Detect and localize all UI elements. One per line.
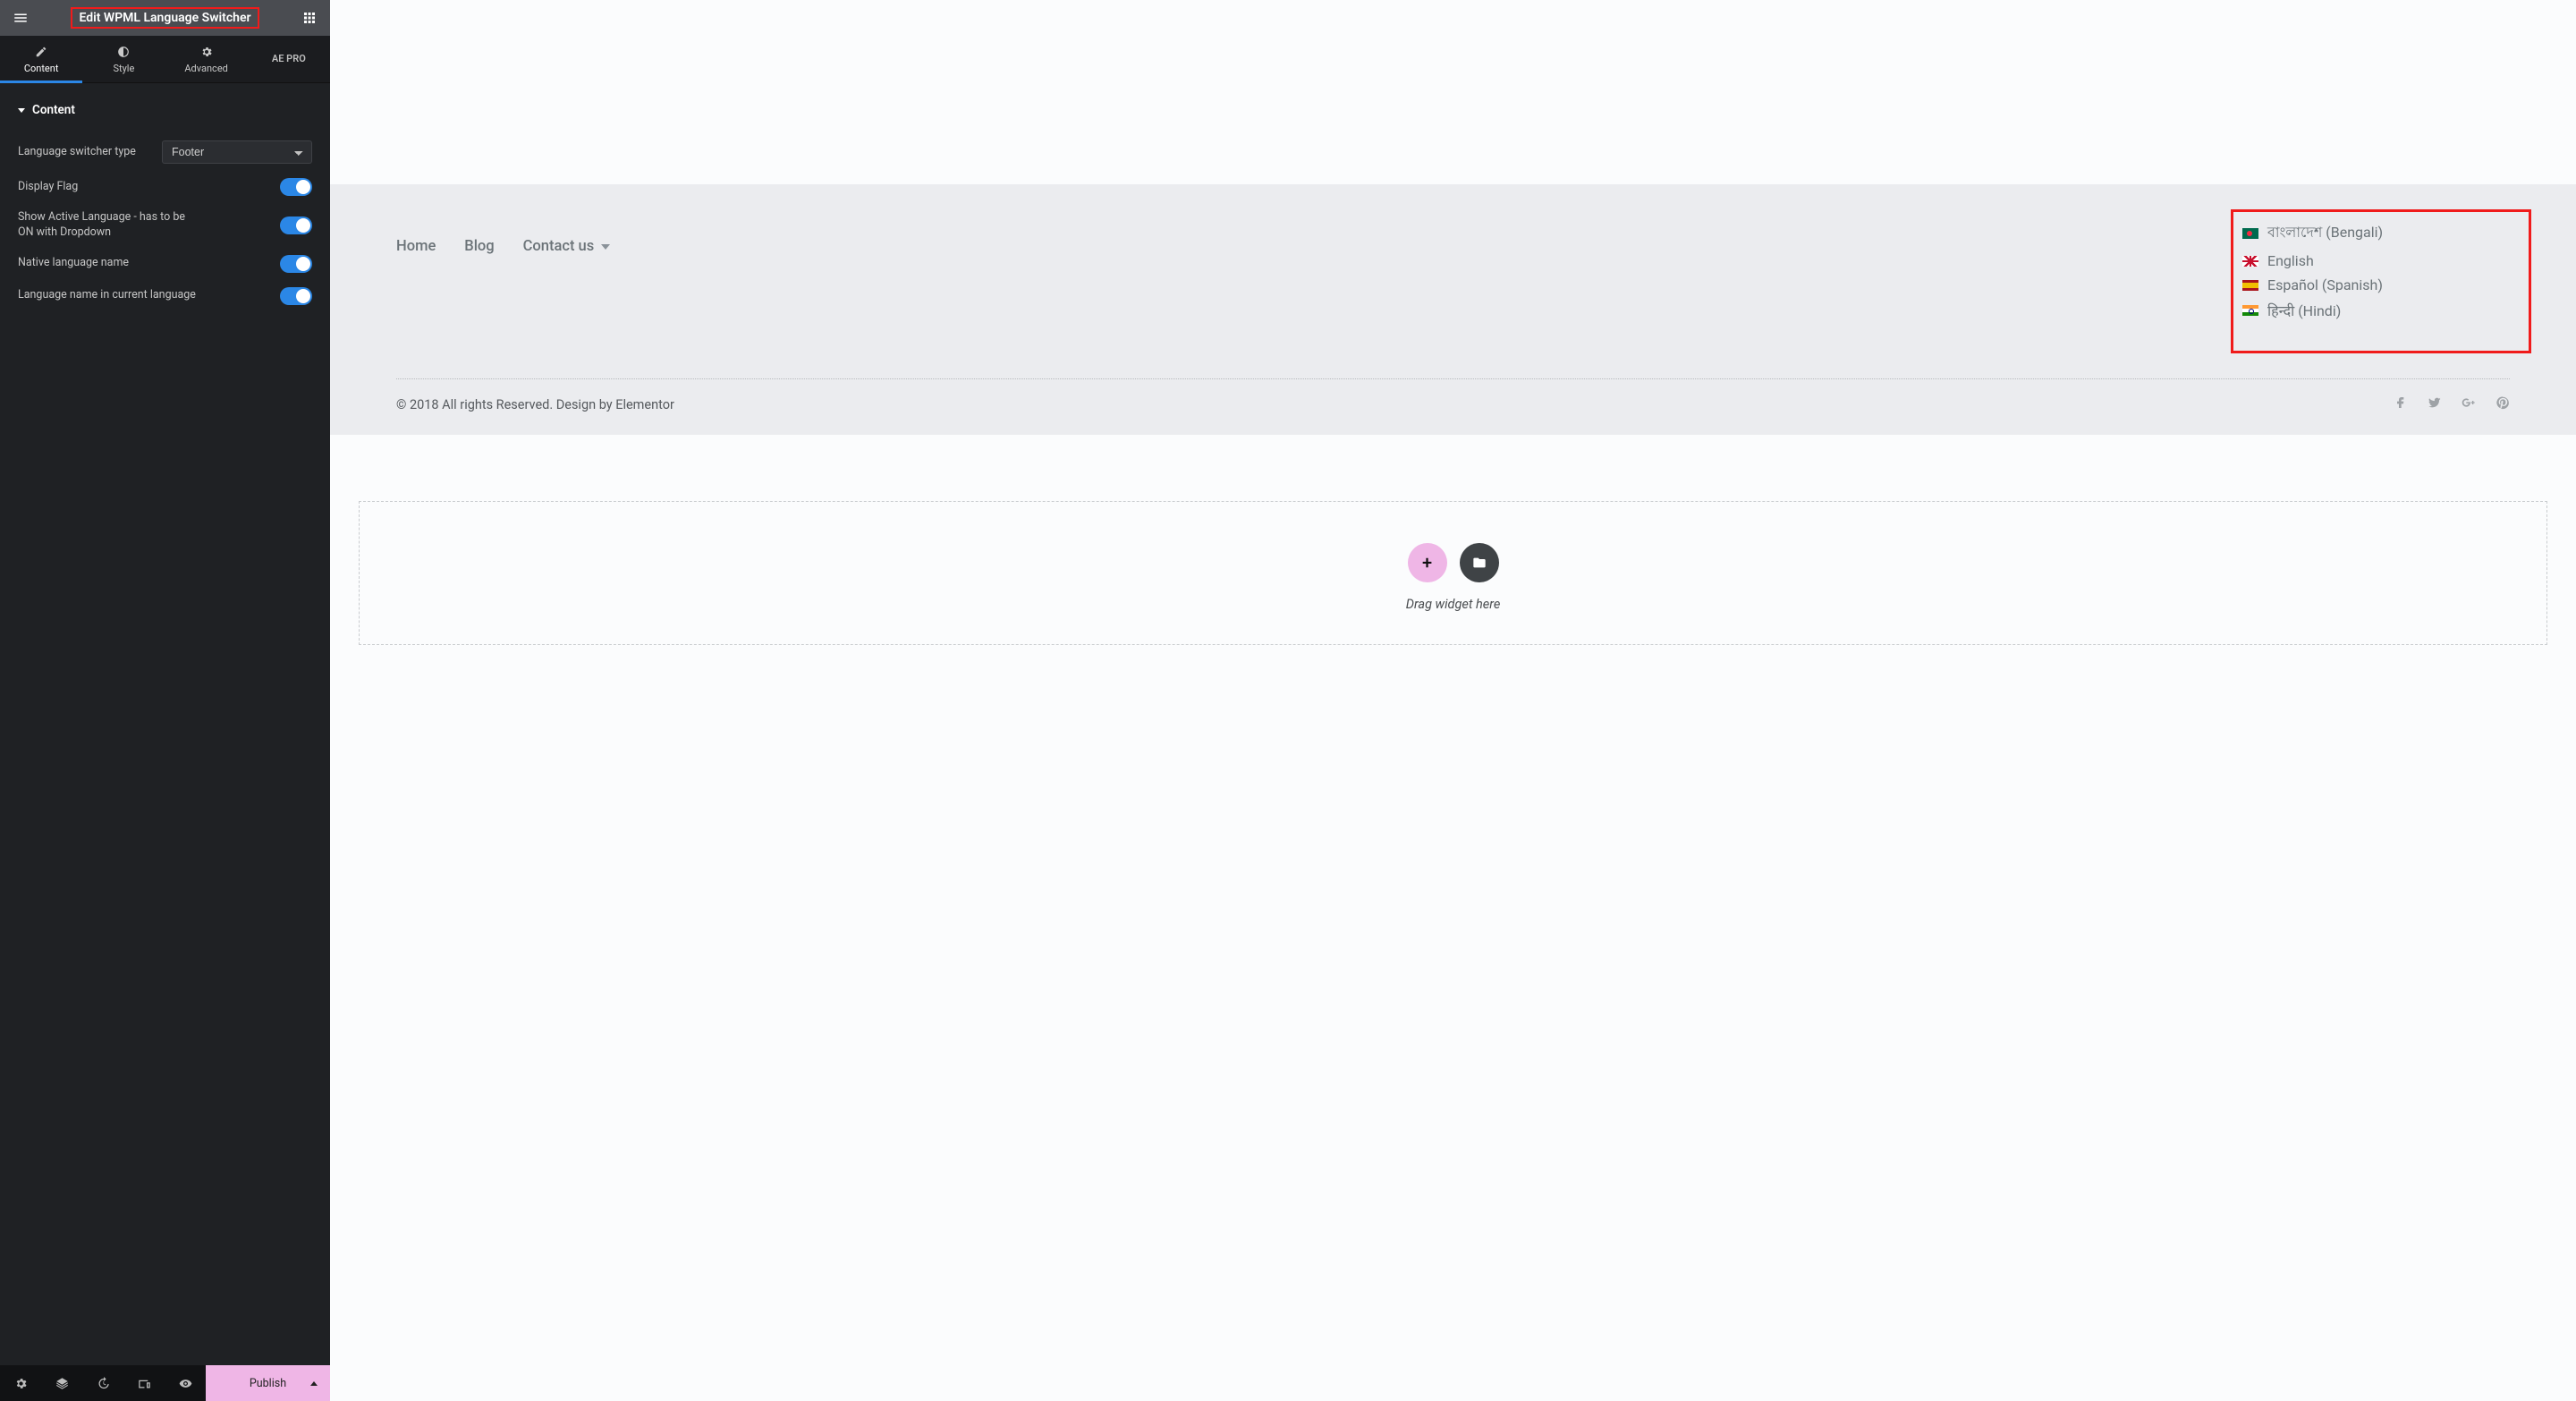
control-display-flag: Display Flag (18, 171, 312, 203)
responsive-button[interactable] (123, 1365, 165, 1401)
toggle-show-active[interactable] (280, 217, 312, 234)
google-plus-icon[interactable] (2462, 395, 2476, 413)
toggle-native-name[interactable] (280, 255, 312, 273)
label-display-flag: Display Flag (18, 180, 78, 195)
gear-icon (14, 1377, 28, 1390)
footer-divider (396, 378, 2510, 379)
drop-hint-text: Drag widget here (1406, 597, 1501, 612)
editor-sidebar: Edit WPML Language Switcher Content Styl… (0, 0, 330, 1401)
flag-uk-icon (2242, 256, 2258, 267)
editor-tabs: Content Style Advanced AE PRO (0, 36, 330, 83)
preview-canvas: Home Blog Contact us বাংলাদেশ (Bengali) … (330, 0, 2576, 1401)
tab-label: Content (24, 63, 59, 74)
devices-icon (138, 1377, 151, 1390)
tab-label: Style (113, 63, 134, 74)
label-current-name: Language name in current language (18, 288, 196, 303)
plus-icon: + (1422, 552, 1432, 573)
control-show-active: Show Active Language - has to be ON with… (18, 203, 312, 248)
nav-blog[interactable]: Blog (464, 238, 494, 255)
pinterest-icon[interactable] (2496, 395, 2510, 413)
pencil-icon (4, 45, 79, 59)
history-button[interactable] (82, 1365, 123, 1401)
panel-title: Edit WPML Language Switcher (71, 7, 258, 29)
eye-icon (179, 1377, 192, 1390)
tab-content[interactable]: Content (0, 36, 82, 82)
control-switcher-type: Language switcher type Footer (18, 133, 312, 171)
chevron-down-icon (601, 244, 610, 250)
tab-advanced[interactable]: Advanced (165, 36, 248, 82)
select-switcher-type[interactable]: Footer (162, 140, 312, 164)
navigator-button[interactable] (41, 1365, 82, 1401)
label-switcher-type: Language switcher type (18, 145, 136, 160)
history-icon (97, 1377, 110, 1390)
section-header-content[interactable]: Content (18, 83, 312, 133)
tab-label: Advanced (184, 63, 227, 74)
nav-contact[interactable]: Contact us (523, 238, 611, 255)
label-native-name: Native language name (18, 256, 129, 271)
widgets-icon[interactable] (301, 10, 318, 26)
sidebar-header: Edit WPML Language Switcher (0, 0, 330, 36)
footer-section: Home Blog Contact us বাংলাদেশ (Bengali) … (330, 184, 2576, 435)
contrast-icon (86, 45, 161, 59)
bottom-icon-group (0, 1365, 206, 1401)
flag-india-icon (2242, 305, 2258, 316)
toggle-display-flag[interactable] (280, 178, 312, 196)
lang-item-bengali[interactable]: বাংলাদেশ (Bengali) (2242, 217, 2385, 249)
caret-down-icon (18, 108, 25, 113)
twitter-icon[interactable] (2428, 395, 2442, 413)
layers-icon (55, 1377, 69, 1390)
control-native-name: Native language name (18, 248, 312, 280)
lang-item-spanish[interactable]: Español (Spanish) (2242, 273, 2385, 297)
label-show-active: Show Active Language - has to be ON with… (18, 210, 197, 241)
controls-panel: Content Language switcher type Footer Di… (0, 83, 330, 1365)
publish-button[interactable]: Publish (206, 1365, 330, 1401)
lang-text: Español (Spanish) (2267, 276, 2383, 293)
lang-text: हिन्दी (Hindi) (2267, 301, 2341, 320)
tab-label: AE PRO (272, 53, 306, 64)
flag-bangladesh-icon (2242, 228, 2258, 239)
sidebar-bottom-bar: Publish (0, 1365, 330, 1401)
preview-button[interactable] (165, 1365, 206, 1401)
social-icons (2394, 395, 2510, 413)
control-current-name: Language name in current language (18, 280, 312, 312)
tab-ae-pro[interactable]: AE PRO (248, 36, 330, 82)
add-template-button[interactable] (1460, 543, 1499, 582)
gear-icon (169, 45, 244, 59)
facebook-icon[interactable] (2394, 395, 2408, 413)
lang-text: English (2267, 252, 2314, 269)
copyright-text: © 2018 All rights Reserved. Design by El… (396, 397, 674, 412)
folder-icon (1471, 556, 1487, 570)
lang-text: বাংলাদেশ (Bengali) (2267, 221, 2383, 245)
settings-button[interactable] (0, 1365, 41, 1401)
lang-item-hindi[interactable]: हिन्दी (Hindi) (2242, 297, 2385, 324)
add-section-area[interactable]: + Drag widget here (359, 501, 2547, 645)
toggle-current-name[interactable] (280, 287, 312, 305)
add-section-button[interactable]: + (1408, 543, 1447, 582)
section-title: Content (32, 103, 75, 117)
publish-label: Publish (250, 1377, 286, 1390)
chevron-up-icon (310, 1381, 318, 1386)
language-switcher-widget: বাংলাদেশ (Bengali) English Español (Span… (2231, 209, 2531, 353)
nav-home[interactable]: Home (396, 238, 436, 255)
tab-style[interactable]: Style (82, 36, 165, 82)
nav-contact-label: Contact us (523, 238, 595, 255)
footer-nav: Home Blog Contact us (396, 238, 610, 255)
menu-icon[interactable] (13, 10, 29, 26)
lang-item-english[interactable]: English (2242, 249, 2385, 273)
flag-spain-icon (2242, 280, 2258, 291)
